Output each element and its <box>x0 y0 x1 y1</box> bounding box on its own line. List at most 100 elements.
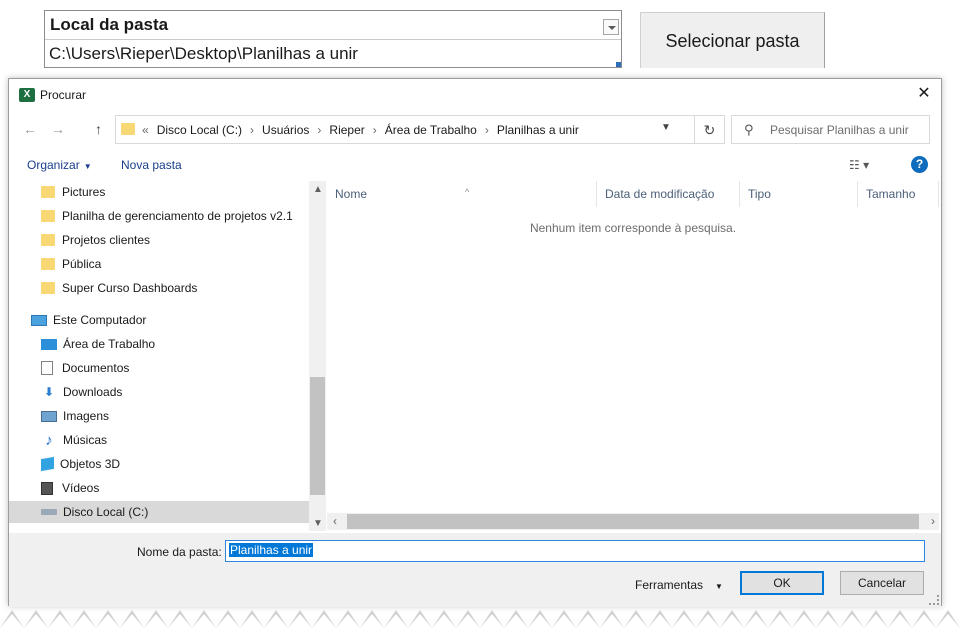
nav-item-this-pc[interactable]: Este Computador <box>9 309 309 331</box>
nav-item-label: Projetos clientes <box>62 233 151 247</box>
document-icon <box>41 361 53 375</box>
folder-icon <box>41 210 55 222</box>
sort-caret-icon: ^ <box>465 187 470 197</box>
breadcrumb-item-user[interactable]: Rieper <box>324 123 369 137</box>
breadcrumb-item-users[interactable]: Usuários <box>257 123 314 137</box>
nav-item-public[interactable]: Pública <box>9 253 309 275</box>
help-icon[interactable]: ? <box>911 156 928 173</box>
excel-icon: X <box>19 88 35 102</box>
organize-button[interactable]: Organizar ▼ <box>27 158 92 172</box>
folder-icon <box>41 282 55 294</box>
folder-location-value[interactable]: C:\Users\Rieper\Desktop\Planilhas a unir <box>45 41 621 68</box>
scroll-up-icon[interactable]: ▲ <box>313 184 323 195</box>
nav-item-dashboards-course[interactable]: Super Curso Dashboards <box>9 277 309 299</box>
breadcrumb-item-desktop[interactable]: Área de Trabalho <box>380 123 482 137</box>
dialog-toolbar: Organizar ▼ Nova pasta ☷ ▾ ? <box>9 151 941 179</box>
torn-edge <box>0 606 960 628</box>
drive-icon <box>41 509 57 515</box>
cancel-button[interactable]: Cancelar <box>840 571 924 595</box>
folder-icon <box>41 186 55 198</box>
new-folder-button[interactable]: Nova pasta <box>121 158 182 172</box>
column-header-name[interactable]: Nome ^ <box>327 181 597 207</box>
folder-name-label: Nome da pasta: <box>137 545 222 559</box>
nav-item-label: Pictures <box>62 185 106 199</box>
nav-item-documents[interactable]: Documentos <box>9 357 309 379</box>
breadcrumb-overflow[interactable]: « <box>139 123 152 137</box>
dialog-titlebar: X Procurar ✕ <box>9 79 941 111</box>
download-icon: ⬇ <box>43 385 55 399</box>
column-header-modified[interactable]: Data de modificação <box>597 181 740 207</box>
column-header-size[interactable]: Tamanho <box>858 181 939 207</box>
nav-item-label: Este Computador <box>53 313 147 327</box>
column-header-type[interactable]: Tipo <box>740 181 858 207</box>
search-input[interactable]: ⚲ Pesquisar Planilhas a unir <box>731 115 930 144</box>
resize-grip-icon[interactable] <box>929 595 939 605</box>
nav-item-3d-objects[interactable]: Objetos 3D <box>9 453 309 475</box>
nav-item-label: Músicas <box>63 433 108 447</box>
music-note-icon: ♪ <box>45 431 53 449</box>
column-label: Nome <box>335 187 368 201</box>
scrollbar-thumb[interactable] <box>310 377 325 495</box>
view-options-icon[interactable]: ☷ ▾ <box>849 158 869 172</box>
chevron-down-icon[interactable]: ▼ <box>661 122 671 133</box>
nav-item-label: Planilha de gerenciamento de projetos v2… <box>62 209 293 223</box>
nav-scrollbar[interactable]: ▲ ▼ <box>309 181 326 531</box>
nav-item-music[interactable]: ♪ Músicas <box>9 429 309 451</box>
tools-label: Ferramentas <box>635 578 704 592</box>
nav-item-label: Área de Trabalho <box>63 337 156 351</box>
chevron-right-icon[interactable]: › <box>482 123 492 137</box>
desktop-icon <box>41 338 57 350</box>
ok-button[interactable]: OK <box>740 571 824 595</box>
navigation-row: ← → ↑ « Disco Local (C:) › Usuários › Ri… <box>9 115 941 145</box>
folder-name-input[interactable]: Planilhas a unir <box>225 540 925 562</box>
scroll-left-icon[interactable]: ‹ <box>333 514 337 528</box>
nav-item-label: Disco Local (C:) <box>63 505 149 519</box>
caret-down-icon: ▼ <box>83 162 92 171</box>
nav-item-desktop[interactable]: Área de Trabalho <box>9 333 309 355</box>
nav-item-client-projects[interactable]: Projetos clientes <box>9 229 309 251</box>
breadcrumb-item-current[interactable]: Planilhas a unir <box>492 123 584 137</box>
chevron-right-icon[interactable]: › <box>247 123 257 137</box>
dropdown-arrow-icon[interactable] <box>603 19 619 35</box>
nav-item-downloads[interactable]: ⬇ Downloads <box>9 381 309 403</box>
forward-arrow-icon[interactable]: → <box>51 121 65 137</box>
dialog-footer: Nome da pasta: Planilhas a unir Ferramen… <box>9 533 941 607</box>
scroll-right-icon[interactable]: › <box>931 514 935 528</box>
scroll-down-icon[interactable]: ▼ <box>313 518 323 529</box>
close-button[interactable]: ✕ <box>915 85 933 103</box>
back-arrow-icon[interactable]: ← <box>23 121 37 137</box>
select-folder-button[interactable]: Selecionar pasta <box>640 12 825 68</box>
nav-item-project-management[interactable]: Planilha de gerenciamento de projetos v2… <box>9 205 309 227</box>
nav-item-images[interactable]: Imagens <box>9 405 309 427</box>
chevron-right-icon[interactable]: › <box>314 123 324 137</box>
folder-icon <box>41 258 55 270</box>
video-icon <box>41 481 53 495</box>
content-scrollbar[interactable]: ‹ › <box>327 513 939 530</box>
tools-dropdown[interactable]: Ferramentas ▼ <box>635 578 723 592</box>
nav-item-pictures[interactable]: Pictures <box>9 181 309 203</box>
nav-item-videos[interactable]: Vídeos <box>9 477 309 499</box>
cell-resize-handle[interactable] <box>616 62 621 67</box>
file-list: Nome ^ Data de modificação Tipo Tamanho N… <box>327 181 939 531</box>
nav-item-label: Super Curso Dashboards <box>62 281 198 295</box>
folder-icon <box>41 234 55 246</box>
nav-item-label: Downloads <box>63 385 123 399</box>
up-arrow-icon[interactable]: ↑ <box>95 121 102 137</box>
search-icon: ⚲ <box>744 122 754 137</box>
folder-name-value: Planilhas a unir <box>229 543 314 557</box>
chevron-right-icon[interactable]: › <box>370 123 380 137</box>
search-placeholder: Pesquisar Planilhas a unir <box>770 123 909 137</box>
breadcrumb-item-drive[interactable]: Disco Local (C:) <box>152 123 247 137</box>
refresh-icon[interactable]: ↻ <box>695 115 725 144</box>
cube-3d-icon <box>41 456 54 472</box>
folder-location-box: Local da pasta C:\Users\Rieper\Desktop\P… <box>44 10 622 68</box>
scrollbar-thumb[interactable] <box>347 514 919 529</box>
organize-label: Organizar <box>27 158 80 172</box>
dialog-title: Procurar <box>40 88 87 102</box>
navigation-pane: Pictures Planilha de gerenciamento de pr… <box>9 181 325 531</box>
nav-item-label: Objetos 3D <box>60 457 121 471</box>
nav-item-label: Documentos <box>62 361 130 375</box>
address-bar[interactable]: « Disco Local (C:) › Usuários › Rieper ›… <box>115 115 695 144</box>
nav-item-label: Vídeos <box>62 481 100 495</box>
nav-item-local-disk[interactable]: Disco Local (C:) <box>9 501 309 523</box>
